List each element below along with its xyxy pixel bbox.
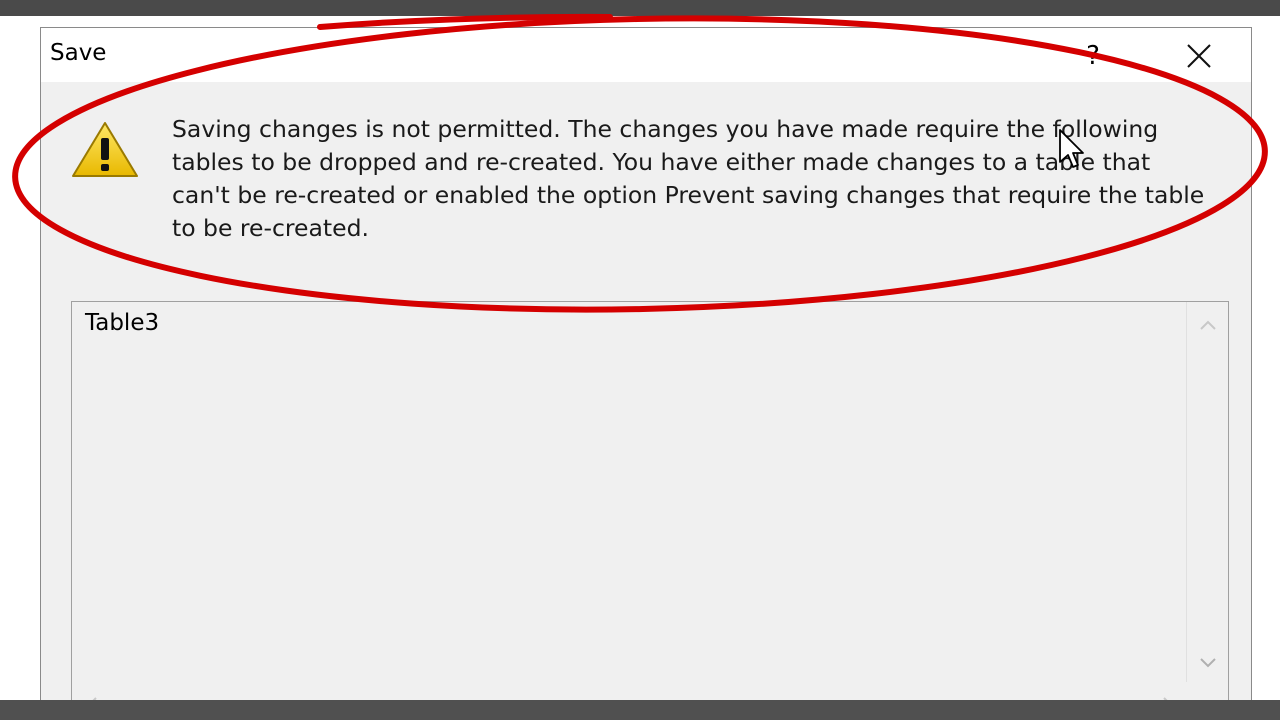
help-button[interactable]: ? [1071, 34, 1115, 78]
scroll-up-button[interactable] [1187, 310, 1229, 340]
close-button[interactable] [1171, 34, 1225, 78]
screen-bottom-strip [0, 700, 1280, 720]
warning-icon [69, 118, 141, 182]
chevron-up-icon [1200, 320, 1216, 330]
list-item[interactable]: Table3 [85, 310, 159, 336]
close-icon [1187, 44, 1211, 68]
scroll-down-button[interactable] [1187, 648, 1229, 678]
chevron-down-icon [1200, 658, 1216, 668]
screen-top-strip [0, 0, 1280, 16]
save-dialog: Save ? Saving changes is not permitted. … [40, 27, 1252, 720]
vertical-scrollbar[interactable] [1186, 302, 1228, 682]
tables-list[interactable]: Table3 [71, 301, 1229, 720]
dialog-title: Save [50, 40, 107, 66]
error-message: Saving changes is not permitted. The cha… [172, 115, 1205, 242]
dialog-titlebar: Save ? [41, 28, 1251, 82]
